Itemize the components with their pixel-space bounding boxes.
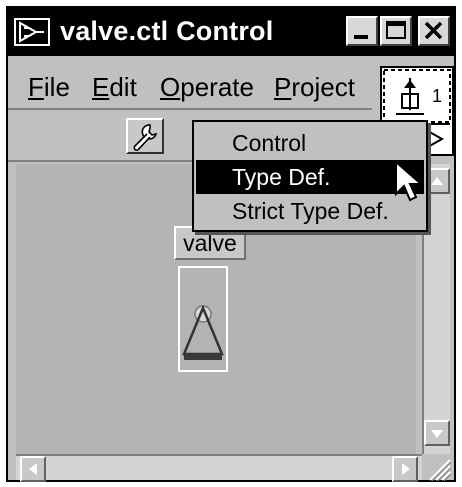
minimize-icon (354, 35, 368, 39)
labview-vi-icon[interactable] (14, 18, 50, 46)
scroll-left-button[interactable] (20, 456, 46, 482)
maximize-button[interactable] (380, 16, 412, 46)
menu-operate[interactable]: Operate (160, 72, 254, 103)
arrow-up-icon (431, 177, 443, 185)
close-icon (424, 21, 443, 40)
menu-bar: File Edit Operate Project (8, 56, 372, 110)
minimize-button[interactable] (346, 16, 378, 46)
valve-control[interactable] (178, 266, 228, 372)
scroll-down-button[interactable] (424, 420, 450, 446)
edit-mode-button[interactable] (126, 118, 164, 154)
arrow-down-icon (431, 430, 443, 438)
terminal-number: 1 (432, 86, 443, 106)
title-bar[interactable]: valve.ctl Control (8, 8, 454, 56)
control-type-dropdown: Control Type Def. Strict Type Def. (192, 120, 428, 232)
scroll-right-button[interactable] (392, 456, 418, 482)
dropdown-item-control[interactable]: Control (196, 126, 424, 160)
menu-project[interactable]: Project (274, 72, 355, 103)
close-button[interactable] (418, 16, 450, 46)
control-editor-window: valve.ctl Control File Edit Operate Proj… (6, 6, 456, 482)
dropdown-item-strict-type-def[interactable]: Strict Type Def. (196, 194, 424, 228)
maximize-icon (386, 21, 406, 39)
horizontal-scrollbar[interactable] (16, 454, 422, 482)
resize-grip-icon[interactable] (422, 454, 452, 482)
window-title: valve.ctl Control (60, 16, 274, 46)
menu-file[interactable]: File (28, 72, 70, 103)
arrow-right-icon (402, 463, 410, 475)
arrow-left-icon (29, 463, 37, 475)
menu-edit[interactable]: Edit (92, 72, 137, 103)
dropdown-item-type-def[interactable]: Type Def. (196, 160, 424, 194)
wrench-icon (133, 124, 158, 151)
valve-icon (182, 304, 224, 360)
arrow-cursor-icon (394, 159, 424, 204)
